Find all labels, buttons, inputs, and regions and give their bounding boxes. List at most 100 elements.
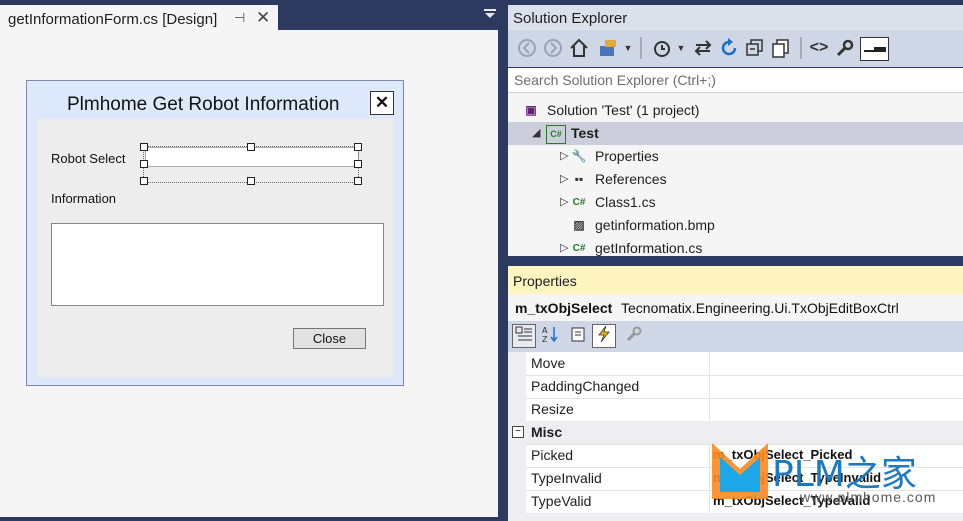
solution-explorer-title: Solution Explorer: [513, 10, 628, 27]
tree-item[interactable]: References: [595, 168, 667, 191]
pin-icon[interactable]: ⊣: [234, 10, 245, 26]
column-separator: [709, 375, 710, 398]
properties-header: Properties: [508, 266, 963, 294]
resize-handle[interactable]: [140, 143, 148, 151]
refresh-icon[interactable]: [718, 37, 740, 59]
form-client-area: Robot Select Information Close: [37, 119, 393, 377]
dropdown-icon[interactable]: ▼: [676, 37, 686, 59]
object-name: m_txObjSelect: [515, 300, 613, 316]
sync-icon[interactable]: [692, 37, 714, 59]
csharp-file-icon: C#: [572, 197, 586, 208]
property-pages-icon[interactable]: [566, 324, 590, 348]
properties-object-selector[interactable]: m_txObjSelect Tecnomatix.Engineering.Ui.…: [508, 294, 963, 321]
row-gutter: [508, 467, 526, 490]
property-name: Picked: [531, 447, 574, 463]
property-name: Resize: [531, 401, 574, 417]
designer-canvas: Plmhome Get Robot Information ✕ Robot Se…: [0, 30, 498, 517]
resize-handle[interactable]: [354, 160, 362, 168]
preview-icon[interactable]: [860, 37, 889, 61]
tree-item[interactable]: getInformation.cs: [595, 237, 702, 256]
search-input[interactable]: Search Solution Explorer (Ctrl+;): [514, 72, 716, 88]
collapse-category-icon[interactable]: −: [512, 426, 524, 438]
expanded-arrow-icon[interactable]: ◢: [532, 122, 540, 145]
object-type: Tecnomatix.Engineering.Ui.TxObjEditBoxCt…: [621, 300, 899, 316]
form-title: Plmhome Get Robot Information: [67, 94, 340, 115]
watermark-url: www.plmhome.com: [800, 489, 937, 505]
property-row[interactable]: Move: [508, 352, 963, 376]
property-name: PaddingChanged: [531, 378, 640, 394]
properties-wrench-icon[interactable]: [834, 37, 856, 59]
forward-icon[interactable]: [542, 37, 564, 59]
property-name: Move: [531, 355, 566, 371]
dropdown-icon[interactable]: ▼: [623, 37, 633, 59]
tree-item[interactable]: Solution 'Test' (1 project): [547, 99, 699, 122]
alphabetical-icon[interactable]: AZ: [538, 324, 562, 348]
resize-handle[interactable]: [354, 143, 362, 151]
home-icon[interactable]: [568, 37, 590, 59]
row-gutter: [508, 398, 526, 421]
column-separator: [709, 352, 710, 375]
categorized-icon[interactable]: [512, 324, 536, 348]
designer-tab[interactable]: getInformationForm.cs [Design] ⊣ ✕: [0, 5, 278, 30]
close-tab-icon[interactable]: ✕: [256, 8, 270, 28]
information-textbox[interactable]: [51, 223, 384, 306]
resize-handle[interactable]: [354, 177, 362, 185]
resize-handle[interactable]: [247, 143, 255, 151]
plmhome-watermark: PLM之家 www.plmhome.com: [710, 437, 963, 521]
column-separator: [709, 398, 710, 421]
solution-explorer-search[interactable]: Search Solution Explorer (Ctrl+;): [508, 68, 963, 93]
property-name: TypeInvalid: [531, 470, 602, 486]
wrench-icon: 🔧: [571, 149, 587, 163]
csharp-file-icon: C#: [572, 243, 586, 254]
row-gutter: [508, 352, 526, 375]
csharp-project-icon: C#: [546, 125, 566, 144]
close-button[interactable]: Close: [293, 328, 366, 349]
show-all-files-icon[interactable]: [770, 37, 792, 59]
designer-tab-title: getInformationForm.cs [Design]: [8, 11, 218, 28]
solution-explorer-toolbar: ▼ ▼ <>: [508, 30, 963, 67]
sync-view-icon[interactable]: [597, 37, 619, 59]
row-gutter: [508, 375, 526, 398]
properties-title: Properties: [513, 273, 577, 289]
robot-select-label: Robot Select: [51, 151, 126, 166]
events-lightning-icon[interactable]: [592, 324, 616, 348]
solution-tree: ▣ Solution 'Test' (1 project) ◢ C# Test ▷ 🔧 Pro…: [508, 93, 963, 256]
collapsed-arrow-icon[interactable]: ▷: [560, 168, 568, 191]
properties-toolbar: AZ: [508, 321, 963, 352]
svg-text:A: A: [542, 326, 548, 335]
plm-logo-icon: [712, 443, 768, 499]
pending-changes-icon[interactable]: [650, 37, 672, 59]
row-gutter: [508, 490, 526, 513]
tree-item[interactable]: Properties: [595, 145, 659, 168]
information-label: Information: [51, 191, 117, 206]
form-window[interactable]: Plmhome Get Robot Information ✕ Robot Se…: [26, 80, 404, 386]
tree-item[interactable]: getinformation.bmp: [595, 214, 715, 237]
toolbar-separator: [800, 37, 802, 59]
collapsed-arrow-icon[interactable]: ▷: [560, 191, 568, 214]
references-icon: ▪▪: [574, 172, 584, 186]
resize-handle[interactable]: [140, 160, 148, 168]
solution-explorer-header: Solution Explorer: [508, 5, 963, 30]
resize-handle[interactable]: [140, 177, 148, 185]
back-icon[interactable]: [516, 37, 538, 59]
collapse-all-icon[interactable]: [744, 37, 766, 59]
resize-handle[interactable]: [247, 177, 255, 185]
wrench-icon[interactable]: [622, 324, 646, 348]
tree-item[interactable]: Test: [571, 122, 599, 145]
property-name: TypeValid: [531, 493, 592, 509]
solution-icon: ▣: [525, 103, 537, 117]
category-name: Misc: [531, 424, 563, 440]
property-row[interactable]: Resize: [508, 398, 963, 422]
selection-frame: [140, 143, 362, 185]
toolbar-separator: [640, 37, 642, 59]
form-close-icon[interactable]: ✕: [370, 91, 394, 115]
tree-item[interactable]: Class1.cs: [595, 191, 656, 214]
collapsed-arrow-icon[interactable]: ▷: [560, 145, 568, 168]
collapsed-arrow-icon[interactable]: ▷: [560, 237, 568, 256]
window-dropdown-icon[interactable]: [484, 9, 496, 19]
row-gutter: [508, 444, 526, 467]
view-code-icon[interactable]: <>: [808, 37, 830, 59]
image-file-icon: ▨: [573, 218, 585, 232]
svg-text:Z: Z: [542, 335, 548, 343]
property-row[interactable]: PaddingChanged: [508, 375, 963, 399]
